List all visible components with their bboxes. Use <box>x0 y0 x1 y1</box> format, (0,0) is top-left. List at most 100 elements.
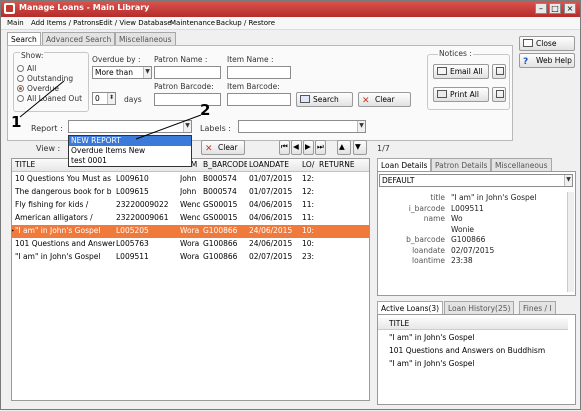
overdue-days-stepper[interactable]: 0 ⬍ <box>92 92 116 105</box>
details-scrollbar[interactable] <box>567 192 574 292</box>
details-profile-value: DEFAULT <box>382 176 415 185</box>
report-option-test-0001[interactable]: test 0001 <box>69 156 191 166</box>
col-loantime[interactable]: LO/ <box>302 159 317 171</box>
email-all-button[interactable]: Email All <box>433 64 489 79</box>
radio-all-loaned-out[interactable] <box>17 95 24 102</box>
detail-key: b_barcode <box>406 235 445 244</box>
table-row[interactable]: American alligators / 23220009061 Wenc GS00… <box>12 212 369 225</box>
table-row[interactable]: "I am" in John's Gospel L009511 Wora G10086… <box>12 251 369 264</box>
radio-overdue[interactable] <box>17 85 24 92</box>
menu-main[interactable]: Main <box>7 19 24 27</box>
report-select[interactable]: ▼ <box>68 120 192 133</box>
clear-button[interactable]: ✕ Clear <box>358 92 411 107</box>
cell-name: Wora <box>180 252 200 261</box>
patron-name-input[interactable] <box>154 66 221 79</box>
loans-box: TITLE "I am" in John's Gospel 101 Questio… <box>377 314 576 405</box>
cell-loandate: 24/06/2015 <box>249 226 293 235</box>
cell-loantime: 10: <box>302 239 315 248</box>
col-b-barcode[interactable]: B_BARCODE <box>203 159 247 171</box>
loans-col-title[interactable]: TITLE <box>389 318 409 330</box>
prev-record-button[interactable]: ◀ <box>291 140 302 155</box>
list-item[interactable]: "I am" in John's Gospel <box>389 358 569 370</box>
tab-fines[interactable]: Fines / I <box>519 301 556 314</box>
up-icon: ▲ <box>339 142 345 151</box>
report-option-overdue-items-new[interactable]: Overdue Items New <box>69 146 191 156</box>
detail-key: loantime <box>412 256 445 265</box>
first-record-button[interactable]: ⏮ <box>279 140 290 155</box>
list-item[interactable]: 101 Questions and Answers on Buddhism <box>389 345 569 357</box>
table-row[interactable]: "I am" in John's Gospel L005205 Wora G10086… <box>12 225 369 238</box>
patron-barcode-input[interactable] <box>154 93 221 106</box>
close-button[interactable]: Close <box>519 36 575 51</box>
web-help-label: Web Help <box>536 56 572 65</box>
email-all-label: Email All <box>450 67 483 76</box>
email-options-button[interactable] <box>492 64 506 79</box>
cell-name: Wora <box>180 239 200 248</box>
clear-button-label: Clear <box>375 95 395 104</box>
cell-loantime: 12: <box>302 187 315 196</box>
detail-value: 02/07/2015 <box>451 245 495 255</box>
menu-maintenance[interactable]: Maintenance <box>170 19 215 27</box>
radio-all-label: All <box>27 64 37 73</box>
search-button[interactable]: Search <box>296 92 353 107</box>
last-icon: ⏭ <box>317 142 324 151</box>
tab-patron-details[interactable]: Patron Details <box>431 158 492 171</box>
cell-loantime: 11: <box>302 200 315 209</box>
maximize-icon[interactable]: □ <box>549 3 561 14</box>
tab-active-loans[interactable]: Active Loans(3) <box>377 301 444 314</box>
radio-all[interactable] <box>17 65 24 72</box>
tab-details-miscellaneous[interactable]: Miscellaneous <box>491 158 552 171</box>
item-barcode-label: Item Barcode: <box>227 82 280 91</box>
chevron-down-icon: ▼ <box>564 175 572 186</box>
move-up-button[interactable]: ▲ <box>337 140 351 155</box>
tab-loan-history[interactable]: Loan History(25) <box>444 301 515 314</box>
table-row[interactable]: Fly fishing for kids / 23220009022 Wenc GS0… <box>12 199 369 212</box>
web-help-button[interactable]: ? Web Help <box>519 53 575 68</box>
cell-b-barcode: G100866 <box>203 239 238 248</box>
show-label: Show: <box>20 51 45 60</box>
print-options-button[interactable] <box>492 87 506 102</box>
details-profile-select[interactable]: DEFAULT ▼ <box>379 174 573 187</box>
table-row[interactable]: 10 Questions You Must as L009610 John B0005… <box>12 173 369 186</box>
patron-barcode-label: Patron Barcode: <box>154 82 214 91</box>
loans-grid[interactable]: TITLE NAM B_BARCODE LOANDATE LO/ RETURNE… <box>11 158 370 401</box>
menu-edit-view-database[interactable]: Edit / View Database <box>99 19 172 27</box>
list-item[interactable]: "I am" in John's Gospel <box>389 332 569 344</box>
detail-value: "I am" in John's Gospel <box>451 193 537 202</box>
cell-loantime: 11: <box>302 213 315 222</box>
col-loandate[interactable]: LOANDATE <box>249 159 300 171</box>
next-record-button[interactable]: ▶ <box>303 140 314 155</box>
prev-icon: ◀ <box>293 142 299 151</box>
radio-overdue-label: Overdue <box>27 84 60 93</box>
report-option-new-report[interactable]: NEW REPORT <box>69 136 191 146</box>
search-icon <box>300 95 310 103</box>
tab-miscellaneous[interactable]: Miscellaneous <box>115 32 176 46</box>
radio-outstanding[interactable] <box>17 75 24 82</box>
table-row[interactable]: 101 Questions and Answer L005763 Wora G1008… <box>12 238 369 251</box>
last-record-button[interactable]: ⏭ <box>315 140 326 155</box>
cell-title: 10 Questions You Must as <box>15 174 112 183</box>
detail-value: Wonie <box>451 224 475 234</box>
menu-add-items-patrons[interactable]: Add Items / Patrons <box>31 19 99 27</box>
cell-loandate: 02/07/2015 <box>249 252 293 261</box>
col-returndate[interactable]: RETURNE <box>319 159 369 171</box>
menu-backup-restore[interactable]: Backup / Restore <box>216 19 275 27</box>
first-icon: ⏮ <box>281 142 288 151</box>
detail-value: G100866 <box>451 235 486 244</box>
table-row[interactable]: The dangerous book for b L009615 John B0005… <box>12 186 369 199</box>
close-icon[interactable]: × <box>564 3 576 14</box>
overdue-mode-select[interactable]: More than ▼ <box>92 66 152 79</box>
item-name-input[interactable] <box>227 66 291 79</box>
view-clear-button[interactable]: ✕ Clear <box>201 140 245 155</box>
minimize-icon[interactable]: – <box>535 3 547 14</box>
move-down-button[interactable]: ▼ <box>353 140 367 155</box>
cell-name: John <box>180 174 197 183</box>
tab-loan-details[interactable]: Loan Details <box>377 158 432 171</box>
cell-title: "I am" in John's Gospel <box>15 252 101 261</box>
tab-advanced-search[interactable]: Advanced Search <box>42 32 116 46</box>
item-barcode-input[interactable] <box>227 93 291 106</box>
overdue-days-value: 0 <box>95 94 100 103</box>
labels-select[interactable]: ▼ <box>238 120 366 133</box>
print-all-button[interactable]: Print All <box>433 87 489 102</box>
email-icon <box>437 67 447 75</box>
